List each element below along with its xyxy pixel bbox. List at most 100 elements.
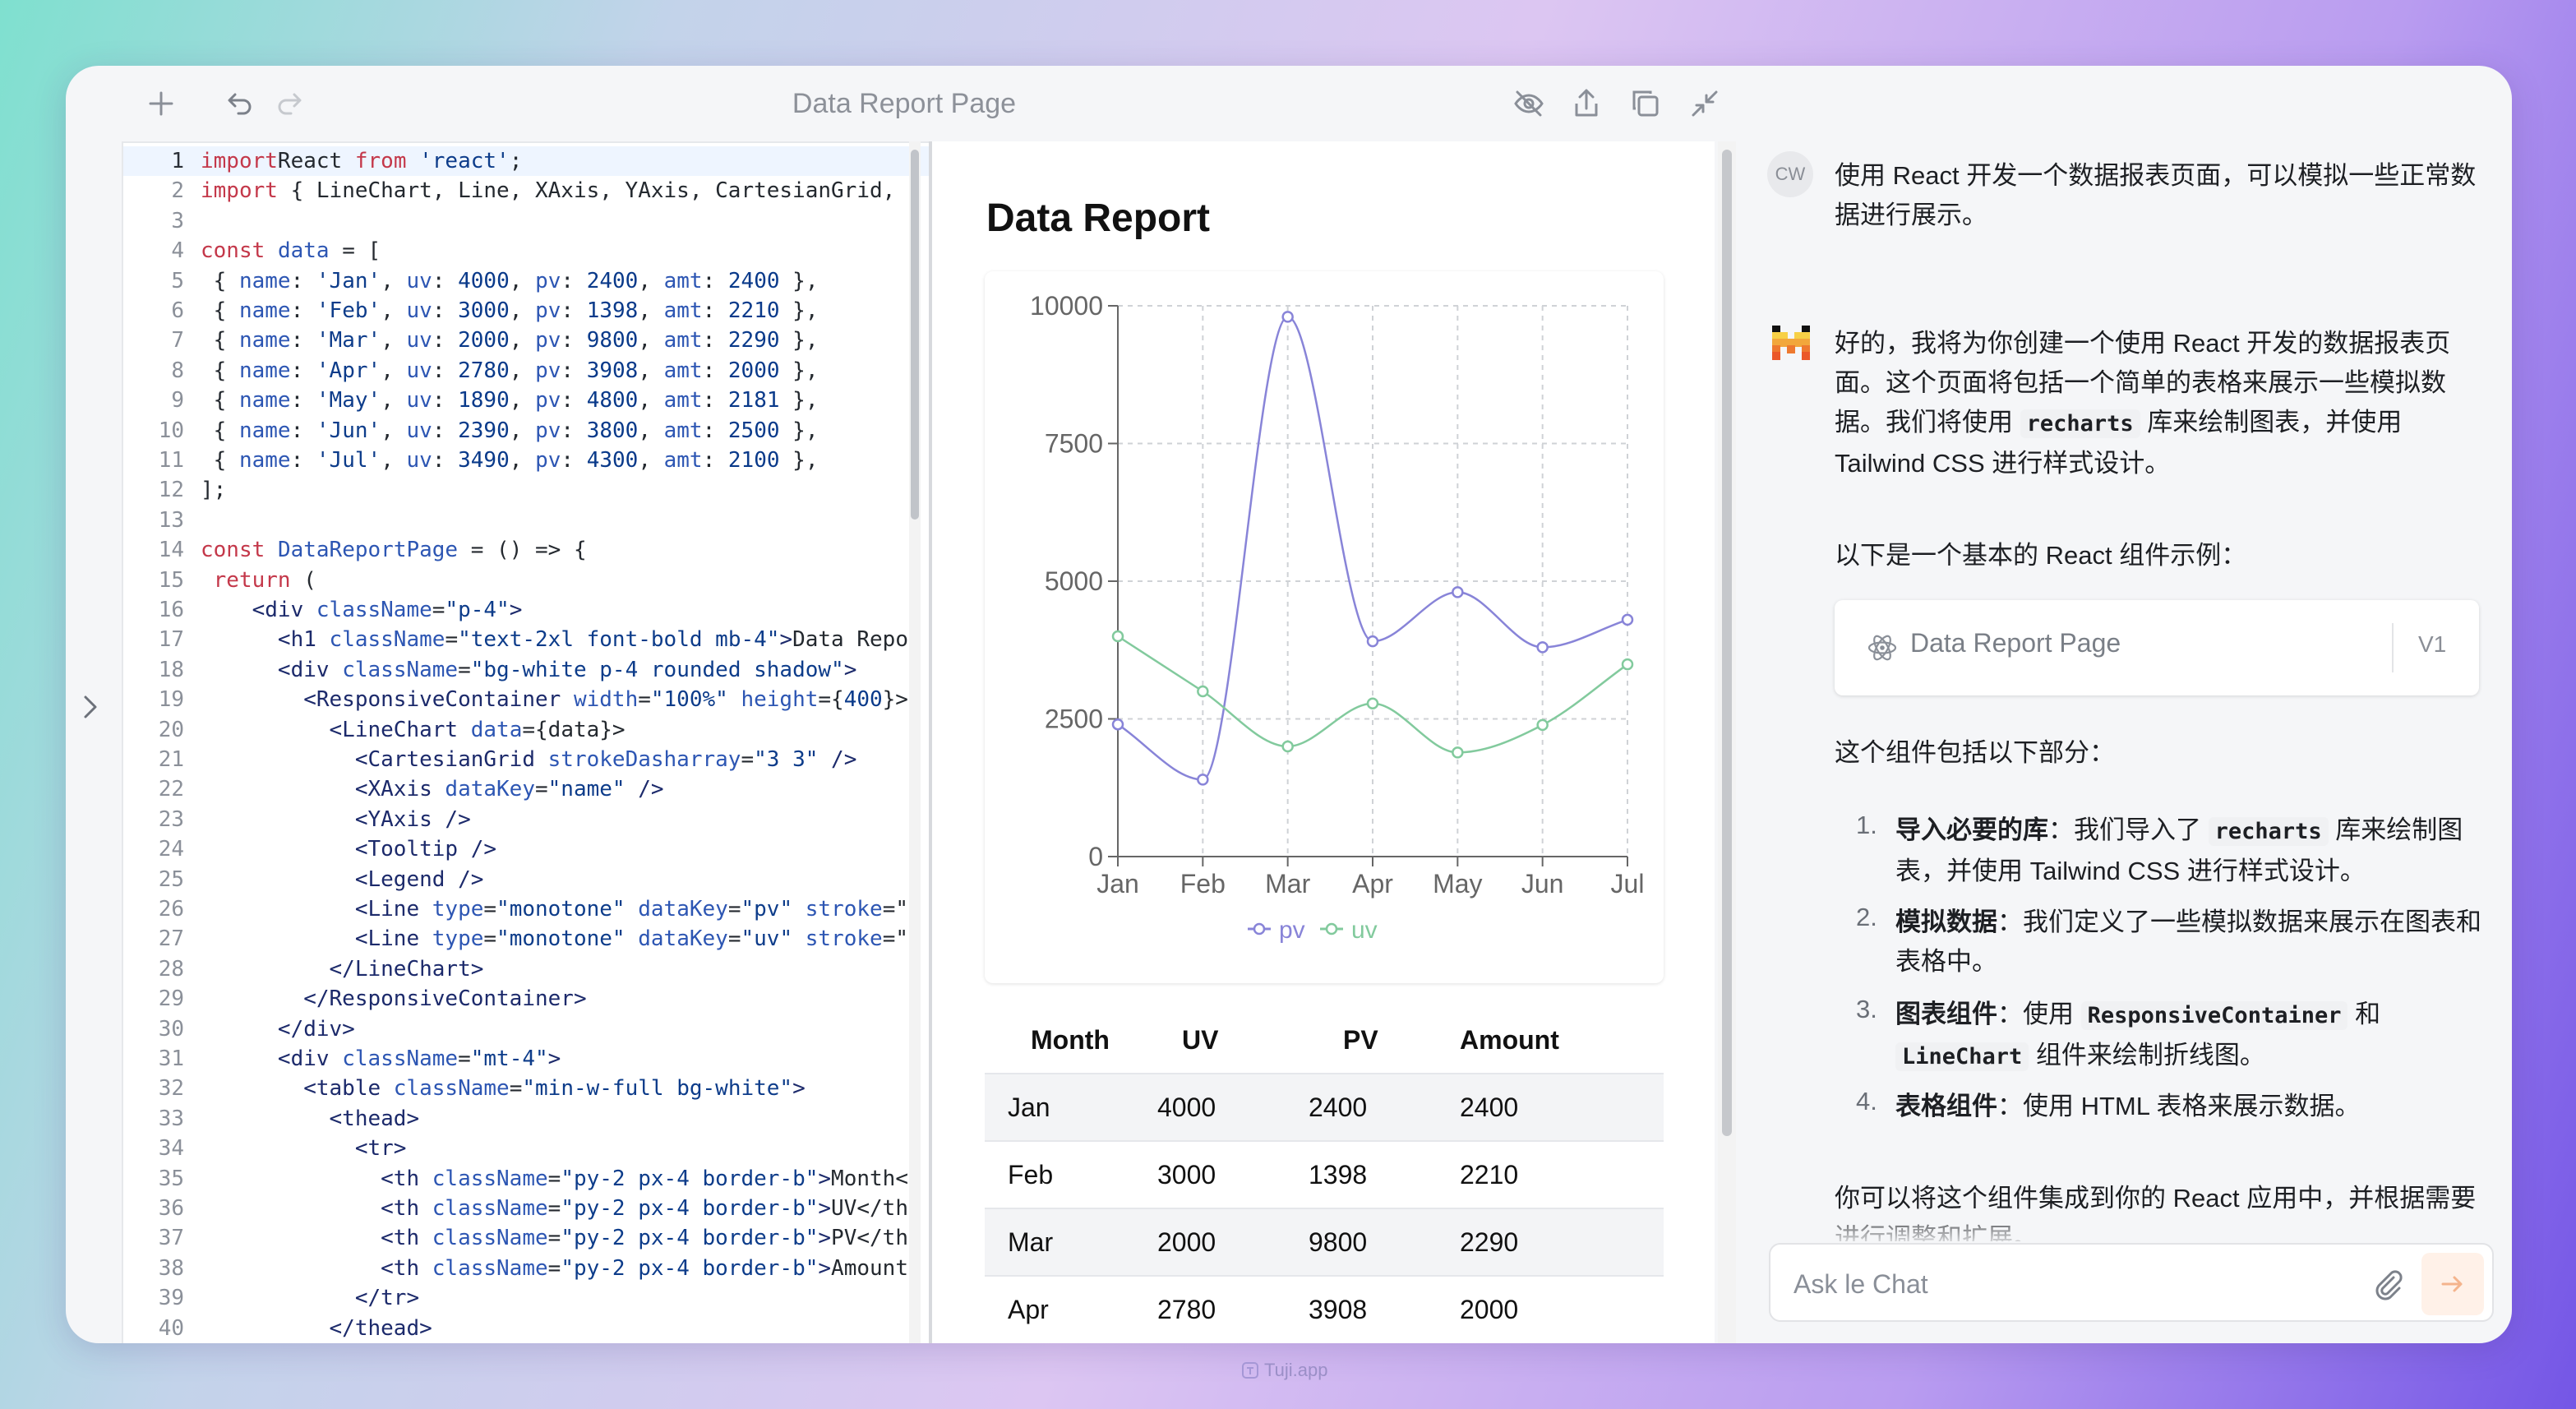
code-token: </tr> — [201, 1286, 420, 1311]
x-tick-label: Feb — [1180, 869, 1226, 899]
send-button[interactable] — [2421, 1253, 2484, 1315]
code-token: dataKey — [625, 897, 728, 922]
code-line: 4 const data = [ — [123, 236, 970, 266]
line-number: 26 — [158, 897, 184, 922]
line-number: 31 — [158, 1046, 184, 1071]
code-token: /> — [625, 777, 664, 802]
code-token: <CartesianGrid — [201, 747, 535, 772]
x-tick-label: Jan — [1096, 869, 1139, 899]
code-token: 3490 — [458, 448, 510, 473]
code-token: "py-2 px-4 border-b" — [561, 1196, 819, 1221]
line-number: 39 — [158, 1286, 184, 1311]
code-token: "py-2 px-4 border-b" — [561, 1226, 819, 1251]
code-token: }, — [779, 418, 819, 443]
chat-input-box[interactable] — [1769, 1243, 2494, 1322]
line-number: 12 — [158, 478, 184, 503]
code-token: , — [381, 388, 407, 413]
list-number: 1. — [1856, 811, 1877, 839]
code-token: name — [238, 448, 291, 473]
watermark: Tuji.app — [1241, 1360, 1327, 1381]
chat-input[interactable] — [1794, 1266, 2352, 1302]
artifact-name: Data Report Page — [1910, 628, 2121, 658]
code-token: { — [201, 358, 239, 383]
inline-code: ResponsiveContainer — [2080, 1001, 2348, 1030]
code-line: 26 <Line type="monotone" dataKey="pv" st… — [123, 894, 970, 924]
code-token: 4300 — [586, 448, 639, 473]
data-point-pv — [1452, 586, 1464, 598]
code-token: : — [432, 358, 459, 383]
code-token: , — [638, 268, 664, 293]
code-token: amt — [663, 358, 703, 383]
code-token: = — [547, 1196, 561, 1221]
code-token: "name" — [547, 777, 626, 802]
line-number: 14 — [158, 538, 184, 563]
chevron-right-icon[interactable] — [74, 666, 107, 748]
list-number: 4. — [1856, 1087, 1877, 1116]
share-icon[interactable] — [1567, 84, 1606, 123]
code-token: </thead> — [201, 1315, 432, 1341]
code-line: 36 <th className="py-2 px-4 border-b">UV… — [123, 1194, 970, 1223]
preview-scrollbar[interactable] — [1718, 141, 1736, 1343]
code-token: 'May' — [316, 388, 381, 413]
code-token: UV</th — [831, 1196, 908, 1221]
code-line: 22 <XAxis dataKey="name" /> — [123, 774, 970, 804]
code-line: 11 { name: 'Jul', uv: 3490, pv: 4300, am… — [123, 446, 970, 475]
code-text: <Line type="monotone" dataKey="uv" strok… — [201, 924, 908, 954]
code-token: pv — [535, 358, 561, 383]
code-scrollbar[interactable] — [909, 141, 921, 1343]
code-token: className — [419, 1255, 548, 1281]
code-token: : — [702, 328, 728, 353]
cell: 2210 — [1460, 1140, 1664, 1208]
code-token: { — [201, 328, 239, 353]
line-number: 27 — [158, 926, 184, 952]
code-token: , — [638, 358, 664, 383]
code-token: name — [238, 268, 291, 293]
code-token: { — [201, 418, 239, 443]
table-header-row: Month UV PV Amount — [985, 1008, 1664, 1074]
collapse-icon[interactable] — [1685, 84, 1724, 123]
legend-marker-dot — [1325, 922, 1338, 935]
code-token: =" — [882, 926, 908, 952]
code-token: , — [638, 328, 664, 353]
code-token: <Line — [201, 897, 420, 922]
code-token: "py-2 px-4 border-b" — [561, 1166, 819, 1191]
code-token: data — [277, 238, 330, 264]
code-token: = — [638, 687, 651, 713]
assistant-intro: 好的，我将为你创建一个使用 React 开发的数据报表页面。这个页面将包括一个简… — [1835, 324, 2484, 483]
code-token: name — [238, 388, 291, 413]
code-token: : — [290, 418, 316, 443]
code-token: uv — [406, 268, 432, 293]
data-point-pv — [1536, 641, 1549, 654]
code-line: 19 <ResponsiveContainer width="100%" hei… — [123, 685, 970, 714]
code-line: 18 <div className="bg-white p-4 rounded … — [123, 655, 970, 685]
code-text: importReact from 'react'; — [201, 146, 522, 176]
code-token: { — [201, 448, 239, 473]
data-point-uv — [1281, 740, 1294, 753]
artifact-card[interactable]: Data Report Page V1 — [1835, 600, 2479, 695]
code-token: 1890 — [458, 388, 510, 413]
copy-icon[interactable] — [1626, 84, 1665, 123]
code-line: 1 importReact from 'react'; — [123, 146, 970, 177]
eye-off-icon[interactable] — [1509, 84, 1549, 123]
line-number: 24 — [158, 837, 184, 862]
code-token: , — [638, 418, 664, 443]
list-number: 2. — [1856, 903, 1877, 931]
code-text: { name: 'May', uv: 1890, pv: 4800, amt: … — [201, 386, 819, 415]
line-number: 20 — [158, 717, 184, 742]
line-number: 30 — [158, 1016, 184, 1042]
code-token: , — [381, 448, 407, 473]
code-token: : — [702, 298, 728, 323]
code-token: = — [458, 657, 471, 682]
code-token: <th — [201, 1166, 420, 1191]
code-editor[interactable]: 1 importReact from 'react'; 2 import { Line… — [122, 141, 972, 1343]
code-token: <ResponsiveContainer — [201, 687, 561, 713]
code-token: 'Feb' — [316, 298, 381, 323]
code-token: </div> — [201, 1016, 355, 1042]
code-token: > — [818, 1226, 832, 1251]
y-tick-label: 0 — [1088, 842, 1103, 871]
paperclip-icon[interactable] — [2369, 1266, 2405, 1302]
code-token: Amount — [831, 1255, 908, 1281]
code-token: width — [561, 687, 639, 713]
line-number: 22 — [158, 777, 184, 802]
cell: 2000 — [1460, 1275, 1664, 1343]
